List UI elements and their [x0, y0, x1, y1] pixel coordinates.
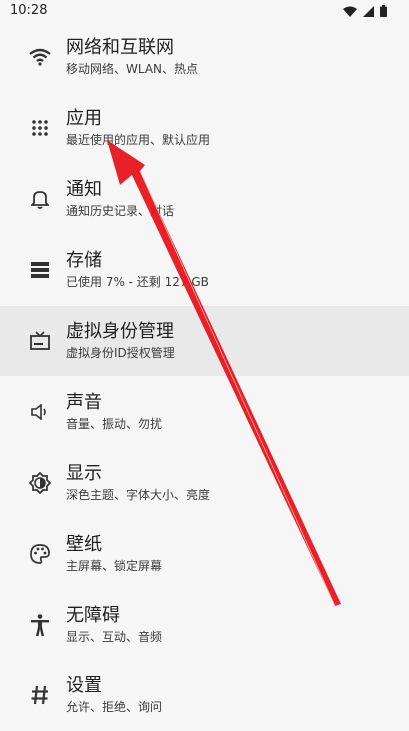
- settings-item-subtitle: 通知历史记录、对话: [66, 204, 175, 219]
- accessibility-icon: [28, 613, 52, 637]
- status-bar: 10:28: [0, 0, 409, 24]
- settings-item-title: 壁纸: [66, 533, 102, 555]
- settings-item-accessibility[interactable]: 无障碍 显示、互动、音频: [0, 589, 409, 660]
- settings-item-title: 应用: [66, 108, 102, 130]
- settings-item-subtitle: 显示、互动、音频: [66, 629, 163, 644]
- settings-item-subtitle: 最近使用的应用、默认应用: [66, 133, 211, 148]
- settings-item-network[interactable]: 网络和互联网 移动网络、WLAN、热点: [0, 22, 409, 93]
- settings-item-display[interactable]: 显示 深色主题、字体大小、亮度: [0, 447, 409, 518]
- palette-icon: [28, 542, 52, 566]
- status-time: 10:28: [10, 3, 48, 18]
- settings-item-notifications[interactable]: 通知 通知历史记录、对话: [0, 164, 409, 235]
- settings-item-virtual-identity[interactable]: 虚拟身份管理 虚拟身份ID授权管理: [0, 305, 409, 377]
- settings-item-subtitle: 主屏幕、锁定屏幕: [66, 558, 163, 573]
- settings-item-title: 通知: [66, 179, 102, 201]
- wifi-icon: [28, 45, 52, 69]
- settings-item-wallpaper[interactable]: 壁纸 主屏幕、锁定屏幕: [0, 518, 409, 589]
- settings-item-title: 网络和互联网: [66, 37, 174, 59]
- storage-icon: [28, 258, 52, 282]
- settings-item-apps[interactable]: 应用 最近使用的应用、默认应用: [0, 93, 409, 164]
- settings-item-title: 设置: [66, 675, 102, 697]
- settings-item-subtitle: 已使用 7% - 还剩 127 GB: [66, 275, 209, 290]
- settings-item-subtitle: 深色主题、字体大小、亮度: [66, 487, 211, 502]
- hash-icon: [28, 683, 52, 707]
- status-icons: [343, 5, 387, 17]
- settings-item-sound[interactable]: 声音 音量、振动、勿扰: [0, 376, 409, 447]
- settings-list: 网络和互联网 移动网络、WLAN、热点 应用 最近使用的应用、默认应用 通知 通…: [0, 22, 409, 731]
- settings-item-permissions[interactable]: 设置 允许、拒绝、询问: [0, 660, 409, 731]
- apps-grid-icon: [28, 116, 52, 140]
- settings-item-title: 虚拟身份管理: [66, 321, 174, 342]
- wifi-icon: [343, 6, 357, 17]
- signal-icon: [363, 5, 374, 17]
- volume-icon: [28, 400, 52, 424]
- settings-item-title: 显示: [66, 462, 102, 484]
- tv-icon: [28, 329, 52, 353]
- brightness-icon: [28, 471, 52, 495]
- settings-item-subtitle: 虚拟身份ID授权管理: [66, 346, 175, 360]
- bell-icon: [28, 187, 52, 211]
- battery-icon: [380, 5, 387, 17]
- settings-item-subtitle: 音量、振动、勿扰: [66, 416, 163, 431]
- settings-item-subtitle: 移动网络、WLAN、热点: [66, 62, 199, 77]
- settings-item-title: 存储: [66, 250, 102, 272]
- settings-item-title: 无障碍: [66, 604, 120, 626]
- settings-item-subtitle: 允许、拒绝、询问: [66, 700, 163, 715]
- settings-item-title: 声音: [66, 391, 102, 413]
- settings-item-storage[interactable]: 存储 已使用 7% - 还剩 127 GB: [0, 235, 409, 306]
